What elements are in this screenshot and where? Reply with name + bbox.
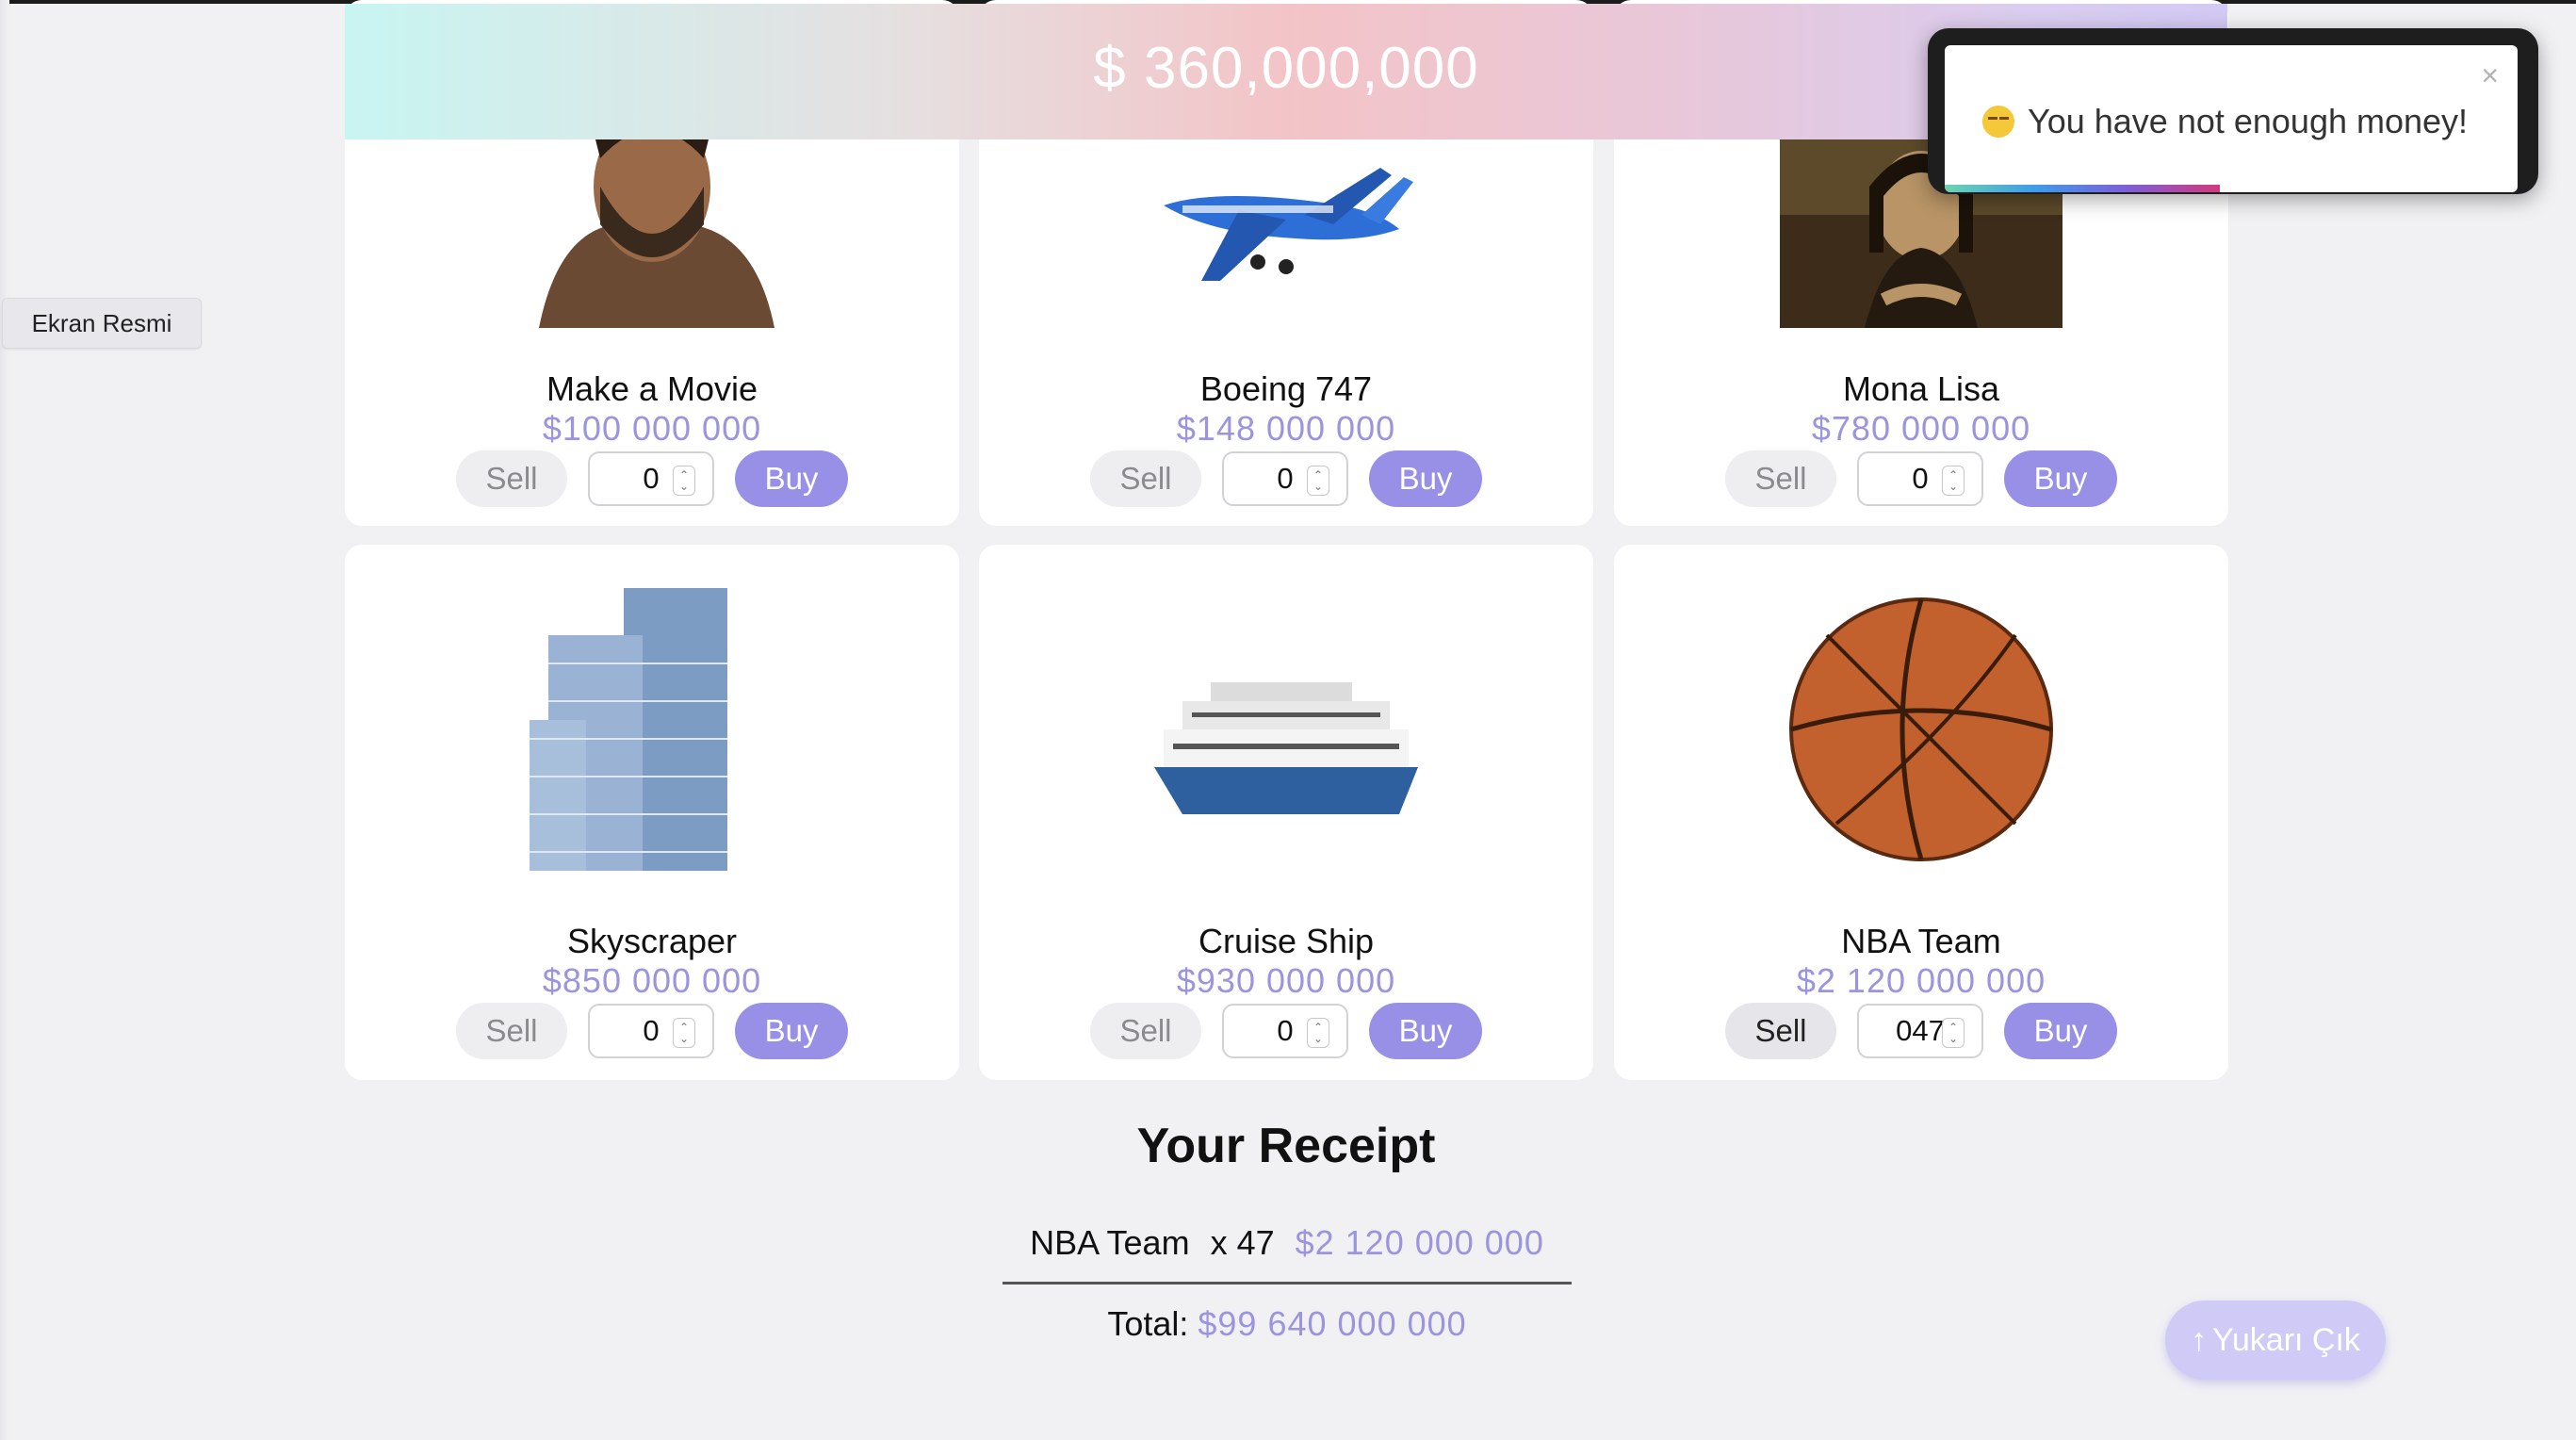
toast-message-row: You have not enough money! <box>1982 102 2468 141</box>
spinner-icon[interactable]: ⌃ ⌄ <box>1307 466 1329 496</box>
quantity-value: 047 <box>1896 1014 1945 1047</box>
sell-button[interactable]: Sell <box>1725 1003 1836 1059</box>
buy-button[interactable]: Buy <box>2004 450 2117 507</box>
toast-message: You have not enough money! <box>2028 102 2469 140</box>
product-price: $780 000 000 <box>1811 409 2031 448</box>
buy-button[interactable]: Buy <box>1369 1003 1482 1059</box>
sell-button[interactable]: Sell <box>1725 450 1836 507</box>
product-title: Boeing 747 <box>1199 369 1373 408</box>
sell-button[interactable]: Sell <box>1090 450 1201 507</box>
product-title: Make a Movie <box>546 369 758 408</box>
toast-progress-bar <box>1945 185 2220 192</box>
product-card-skyscraper: Skyscraper $850 000 000 Sell 0 ⌃ ⌄ Buy <box>345 545 959 1080</box>
product-controls: Sell 047 ⌃ ⌄ Buy <box>1614 1003 2228 1059</box>
buy-button[interactable]: Buy <box>2004 1003 2117 1059</box>
buy-button[interactable]: Buy <box>735 450 848 507</box>
quantity-input[interactable]: 0 ⌃ ⌄ <box>1222 1004 1348 1058</box>
receipt-item-price: $2 120 000 000 <box>1295 1223 1544 1262</box>
spinner-icon[interactable]: ⌃ ⌄ <box>673 1018 695 1048</box>
toast-notification: You have not enough money! × <box>1928 28 2538 194</box>
sell-button[interactable]: Sell <box>1090 1003 1201 1059</box>
balance-amount: $ 360,000,000 <box>1093 35 1479 101</box>
receipt-item-qty: x 47 <box>1210 1223 1275 1262</box>
product-controls: Sell 0 ⌃ ⌄ Buy <box>345 1003 959 1059</box>
spinner-icon[interactable]: ⌃ ⌄ <box>1942 466 1965 496</box>
product-card-cruise-ship: Cruise Ship $930 000 000 Sell 0 ⌃ ⌄ Buy <box>979 545 1593 1080</box>
receipt-item-name: NBA Team <box>1030 1223 1190 1262</box>
product-price: $148 000 000 <box>1176 409 1396 448</box>
sell-button[interactable]: Sell <box>456 1003 567 1059</box>
product-controls: Sell 0 ⌃ ⌄ Buy <box>345 450 959 507</box>
quantity-value: 0 <box>643 462 660 495</box>
quantity-value: 0 <box>1277 1014 1294 1047</box>
product-title: Mona Lisa <box>1842 369 2000 408</box>
spinner-icon[interactable]: ⌃ ⌄ <box>1307 1018 1329 1048</box>
quantity-input[interactable]: 0 ⌃ ⌄ <box>588 451 714 506</box>
quantity-value: 0 <box>1912 462 1929 495</box>
product-card-nba-team: NBA Team $2 120 000 000 Sell 047 ⌃ ⌄ Buy <box>1614 545 2228 1080</box>
scroll-top-label: Yukarı Çık <box>2212 1321 2360 1358</box>
spinner-icon[interactable]: ⌃ ⌄ <box>673 466 695 496</box>
quantity-value: 0 <box>643 1014 660 1047</box>
receipt-divider <box>1003 1282 1572 1285</box>
product-price: $2 120 000 000 <box>1796 961 2046 1000</box>
spinner-icon[interactable]: ⌃ ⌄ <box>1942 1018 1965 1048</box>
quantity-input[interactable]: 047 ⌃ ⌄ <box>1857 1004 1983 1058</box>
cruise-ship-photo <box>1145 588 1427 871</box>
product-title: Cruise Ship <box>1198 922 1375 960</box>
sell-button[interactable]: Sell <box>456 450 567 507</box>
pensive-emoji-icon <box>1982 106 2014 138</box>
scroll-top-button[interactable]: ↑ Yukarı Çık <box>2165 1301 2386 1380</box>
receipt-title: Your Receipt <box>1136 1119 1436 1173</box>
close-icon[interactable]: × <box>2481 58 2499 93</box>
buy-button[interactable]: Buy <box>735 1003 848 1059</box>
receipt-total: Total: $99 640 000 000 <box>1003 1304 1572 1344</box>
skyscraper-photo <box>511 588 793 871</box>
quantity-input[interactable]: 0 ⌃ ⌄ <box>588 1004 714 1058</box>
buy-button[interactable]: Buy <box>1369 450 1482 507</box>
toast-body: You have not enough money! × <box>1945 45 2518 192</box>
product-title: Skyscraper <box>566 922 738 960</box>
quantity-input[interactable]: 0 ⌃ ⌄ <box>1222 451 1348 506</box>
basketball-photo <box>1780 588 2062 871</box>
product-title: NBA Team <box>1841 922 2001 960</box>
quantity-value: 0 <box>1277 462 1294 495</box>
arrow-up-icon: ↑ <box>2191 1321 2208 1358</box>
receipt-total-value: $99 640 000 000 <box>1198 1304 1467 1343</box>
product-controls: Sell 0 ⌃ ⌄ Buy <box>979 450 1593 507</box>
receipt-total-label: Total: <box>1107 1304 1189 1343</box>
product-price: $850 000 000 <box>542 961 762 1000</box>
product-price: $930 000 000 <box>1176 961 1396 1000</box>
product-price: $100 000 000 <box>542 409 762 448</box>
product-controls: Sell 0 ⌃ ⌄ Buy <box>1614 450 2228 507</box>
screenshot-tag[interactable]: Ekran Resmi <box>2 298 202 349</box>
quantity-input[interactable]: 0 ⌃ ⌄ <box>1857 451 1983 506</box>
receipt-line-item: NBA Team x 47 $2 120 000 000 <box>1003 1223 1572 1263</box>
page-edge <box>0 0 9 1440</box>
product-controls: Sell 0 ⌃ ⌄ Buy <box>979 1003 1593 1059</box>
